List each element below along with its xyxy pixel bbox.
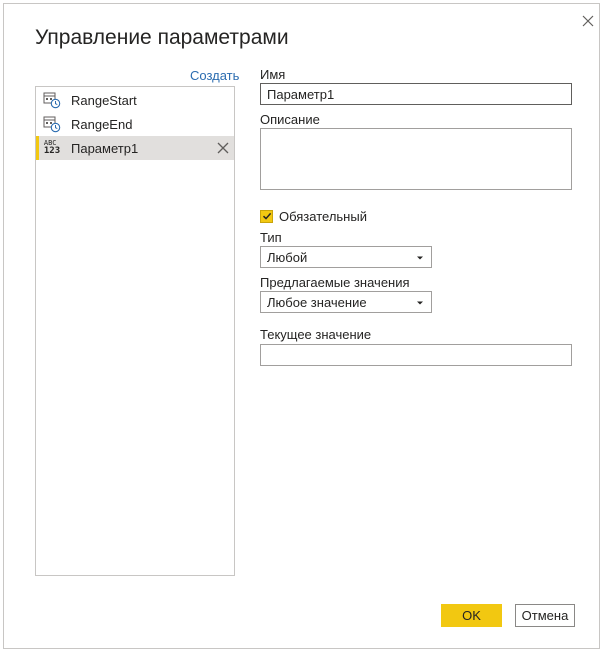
manage-parameters-dialog: Управление параметрами Создать RangeStar…	[3, 3, 600, 649]
param-item-label: RangeEnd	[71, 116, 133, 132]
chevron-down-icon	[417, 256, 423, 260]
datetime-param-icon	[42, 114, 62, 134]
remove-parameter-button[interactable]	[216, 141, 230, 155]
name-input[interactable]	[260, 83, 572, 105]
datetime-param-icon	[42, 90, 62, 110]
dialog-title: Управление параметрами	[35, 26, 289, 49]
text-number-type-icon: ABC 123	[42, 138, 62, 158]
type-icon-text-bottom: 123	[43, 146, 61, 156]
create-parameter-link[interactable]: Создать	[190, 68, 239, 83]
current-value-input[interactable]	[260, 344, 572, 366]
param-item-label: Параметр1	[71, 140, 139, 156]
chevron-down-icon	[417, 301, 423, 305]
required-row: Обязательный	[260, 208, 367, 224]
type-select-value: Любой	[267, 249, 308, 265]
type-label: Тип	[260, 230, 282, 245]
checkmark-icon	[262, 212, 271, 220]
required-label: Обязательный	[279, 208, 367, 224]
description-label: Описание	[260, 112, 320, 127]
suggested-values-label: Предлагаемые значения	[260, 275, 410, 290]
param-item-label: RangeStart	[71, 92, 137, 108]
close-button[interactable]	[578, 11, 598, 31]
cancel-button[interactable]: Отмена	[515, 604, 575, 627]
param-item-parameter1[interactable]: ABC 123 Параметр1	[36, 136, 234, 160]
ok-button[interactable]: OK	[441, 604, 502, 627]
param-item-rangeend[interactable]: RangeEnd	[36, 112, 234, 136]
close-icon	[582, 15, 594, 27]
parameter-list: RangeStart RangeEnd ABC 123 Параметр1	[35, 86, 235, 576]
type-select[interactable]: Любой	[260, 246, 432, 268]
suggested-values-select[interactable]: Любое значение	[260, 291, 432, 313]
required-checkbox[interactable]	[260, 209, 273, 223]
remove-icon	[217, 142, 229, 154]
description-textarea[interactable]	[260, 128, 572, 190]
suggested-values-select-value: Любое значение	[267, 294, 367, 310]
current-value-label: Текущее значение	[260, 327, 372, 342]
param-item-rangestart[interactable]: RangeStart	[36, 88, 234, 112]
name-label: Имя	[260, 67, 286, 82]
